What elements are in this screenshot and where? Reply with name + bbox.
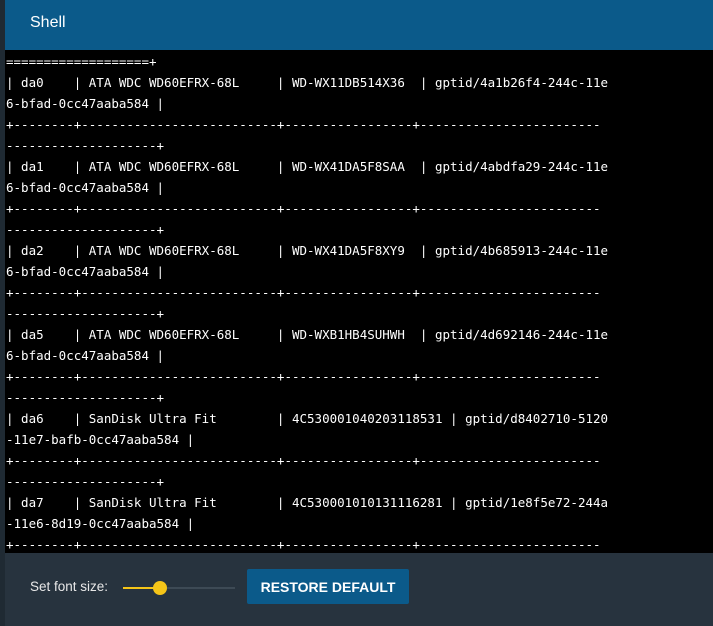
- terminal-line: +--------+--------------------------+---…: [6, 453, 601, 468]
- terminal-line: ===================+: [6, 54, 157, 69]
- font-size-toolbar: Set font size: RESTORE DEFAULT: [5, 553, 713, 626]
- terminal-line: +--------+--------------------------+---…: [6, 285, 601, 300]
- terminal-line: | da1 | ATA WDC WD60EFRX-68L | WD-WX41DA…: [6, 159, 609, 174]
- restore-default-button[interactable]: RESTORE DEFAULT: [247, 569, 409, 604]
- terminal-line: | da7 | SanDisk Ultra Fit | 4C5300010101…: [6, 495, 609, 510]
- terminal-line: | da2 | ATA WDC WD60EFRX-68L | WD-WX41DA…: [6, 243, 609, 258]
- terminal-lines: ===================+ | da0 | ATA WDC WD60…: [6, 51, 608, 553]
- terminal-line: +--------+--------------------------+---…: [6, 537, 601, 552]
- terminal-line: -11e7-bafb-0cc47aaba584 |: [6, 432, 195, 447]
- terminal-line: +--------+--------------------------+---…: [6, 117, 601, 132]
- terminal-line: 6-bfad-0cc47aaba584 |: [6, 180, 165, 195]
- page-title: Shell: [30, 14, 66, 31]
- terminal-line: | da6 | SanDisk Ultra Fit | 4C5300010402…: [6, 411, 609, 426]
- font-size-label: Set font size:: [30, 579, 109, 594]
- slider-thumb[interactable]: [152, 581, 167, 595]
- terminal-line: --------------------+: [6, 306, 165, 321]
- font-size-slider[interactable]: [123, 578, 235, 598]
- terminal-line: 6-bfad-0cc47aaba584 |: [6, 264, 165, 279]
- terminal-output[interactable]: ===================+ | da0 | ATA WDC WD60…: [5, 50, 713, 553]
- terminal-line: --------------------+: [6, 138, 165, 153]
- terminal-line: | da5 | ATA WDC WD60EFRX-68L | WD-WXB1HB…: [6, 327, 609, 342]
- terminal-line: --------------------+: [6, 474, 165, 489]
- shell-header: Shell: [5, 0, 713, 50]
- terminal-line: --------------------+: [6, 222, 165, 237]
- terminal-line: 6-bfad-0cc47aaba584 |: [6, 96, 165, 111]
- terminal-line: -11e6-8d19-0cc47aaba584 |: [6, 516, 195, 531]
- terminal-line: +--------+--------------------------+---…: [6, 369, 601, 384]
- terminal-line: --------------------+: [6, 390, 165, 405]
- terminal-line: +--------+--------------------------+---…: [6, 201, 601, 216]
- terminal-line: | da0 | ATA WDC WD60EFRX-68L | WD-WX11DB…: [6, 75, 609, 90]
- terminal-line: 6-bfad-0cc47aaba584 |: [6, 348, 165, 363]
